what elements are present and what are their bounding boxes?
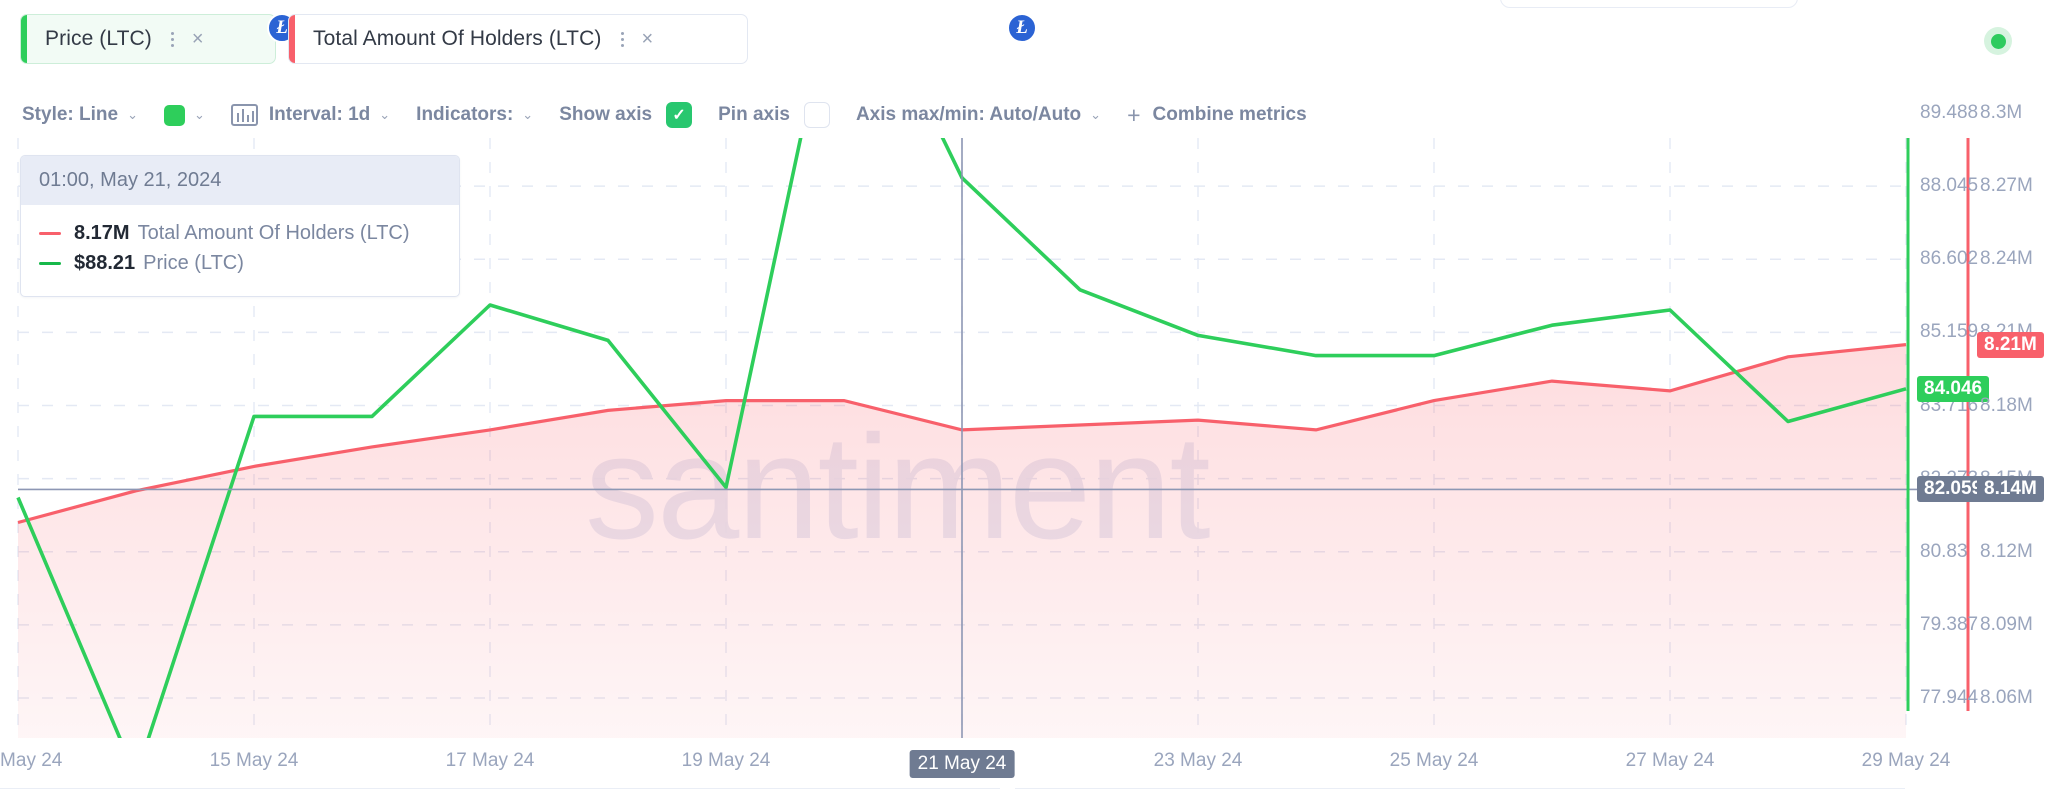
tooltip-series-name: Price (LTC) [143,252,244,274]
x-axis-tick-label: 29 May 24 [1861,750,1951,771]
tooltip-rows: 8.17M Total Amount Of Holders (LTC) $88.… [21,205,459,296]
axis-tick-label: 77.944 [1920,687,1979,708]
tab-price-ltc[interactable]: Price (LTC) × Ł [20,13,297,64]
tab-total-amount-of-holders-ltc[interactable]: Total Amount Of Holders (LTC) × Ł [288,13,1037,64]
axis-tick-label: 8.09M [1980,613,2033,635]
chart-toolbar: Style: Line ⌄ ⌄ Interval: 1d ⌄ Indicator… [0,98,1307,132]
x-axis-tick-label: 17 May 24 [445,750,535,771]
kebab-menu-icon[interactable] [170,31,176,47]
series-color-dash [39,262,61,265]
x-axis-tick-label: 13 May 24 [0,750,63,771]
style-dropdown[interactable]: Style: Line ⌄ [22,104,138,126]
x-axis-tick-label: 21 May 24 [909,750,1015,778]
plus-icon: + [1127,101,1141,128]
style-label: Style: Line [22,104,119,125]
axis-value-badge: 84.046 [1917,375,1990,402]
x-axis-tick-label: 15 May 24 [209,750,299,771]
axis-tick-label: 8.24M [1980,248,2033,270]
litecoin-icon: Ł [1007,13,1037,43]
show-axis-label: Show axis [559,104,653,125]
indicators-dropdown[interactable]: Indicators: ⌄ [416,104,533,126]
x-axis-tick-label: 27 May 24 [1625,750,1715,771]
axis-tick-label: 86.602 [1920,248,1979,270]
x-axis-tick-label: 23 May 24 [1153,750,1243,771]
tooltip-row-holders: 8.17M Total Amount Of Holders (LTC) [39,222,441,245]
tab-accent-bar [289,15,295,63]
axis-tick-label: 8.06M [1980,687,2033,708]
interval-dropdown[interactable]: Interval: 1d ⌄ [230,104,391,126]
axis-minmax-dropdown[interactable]: Axis max/min: Auto/Auto ⌄ [856,104,1101,126]
axis-tick-label: 89.488 [1920,102,1979,123]
axis-minmax-label: Axis max/min: Auto/Auto [855,104,1082,125]
chart-tooltip: 01:00, May 21, 2024 8.17M Total Amount O… [20,155,460,297]
indicators-label: Indicators: [416,104,514,125]
top-panel-edge [1500,0,1798,8]
combine-metrics-button[interactable]: + Combine metrics [1127,102,1307,129]
axis-tick-label: 8.12M [1980,540,2033,562]
color-dropdown[interactable]: ⌄ [163,104,205,126]
metric-tab-bar: Price (LTC) × Ł Total Amount Of Holders … [0,8,2048,66]
axis-tick-label: 80.83 [1920,540,1968,562]
tab-label: Total Amount Of Holders (LTC) [313,27,602,50]
axis-tick-label: 85.159 [1920,321,1979,343]
axis-tick-label: 8.27M [1980,175,2033,197]
color-swatch-icon [163,104,185,126]
axis-tick-label: 8.18M [1980,394,2033,416]
x-axis-tick-label: 19 May 24 [681,750,771,771]
kebab-menu-icon[interactable] [619,31,625,47]
chevron-down-icon: ⌄ [1090,107,1102,122]
pin-axis-label: Pin axis [718,104,790,125]
close-icon[interactable]: × [192,29,204,49]
show-axis-checkbox[interactable]: ✓ [666,102,693,128]
live-status-indicator [1984,27,2012,55]
chevron-down-icon: ⌄ [379,107,391,122]
axis-tick-label: 79.387 [1920,613,1979,635]
show-axis-toggle[interactable]: Show axis ✓ [559,102,693,128]
tooltip-series-name: Total Amount Of Holders (LTC) [137,222,410,244]
x-axis[interactable]: 13 May 24 15 May 24 17 May 24 19 May 24 21 M… [0,750,2048,780]
chevron-down-icon: ⌄ [193,107,205,122]
axis-value-badge: 8.21M [1977,331,2044,358]
tooltip-timestamp: 01:00, May 21, 2024 [21,156,459,205]
chevron-down-icon: ⌄ [127,107,138,122]
pin-axis-toggle[interactable]: Pin axis [718,102,830,128]
tab-label: Price (LTC) [45,27,152,50]
tooltip-row-price: $88.21 Price (LTC) [39,252,441,275]
live-dot-icon [1990,33,2006,49]
chevron-down-icon: ⌄ [522,107,534,122]
interval-icon [230,104,258,126]
pin-axis-checkbox[interactable] [803,102,830,128]
close-icon[interactable]: × [641,29,653,49]
interval-label: Interval: 1d [268,104,371,125]
series-color-dash [39,232,61,235]
tooltip-value: $88.21 [74,252,136,274]
tooltip-value: 8.17M [74,222,130,244]
x-axis-tick-label: 25 May 24 [1389,750,1479,771]
combine-metrics-label: Combine metrics [1152,104,1307,125]
axis-tick-label: 88.045 [1920,175,1979,197]
axis-tick-label: 8.3M [1980,102,2023,123]
axis-crosshair-badge: 8.14M [1977,476,2044,503]
tab-accent-bar [21,15,27,63]
